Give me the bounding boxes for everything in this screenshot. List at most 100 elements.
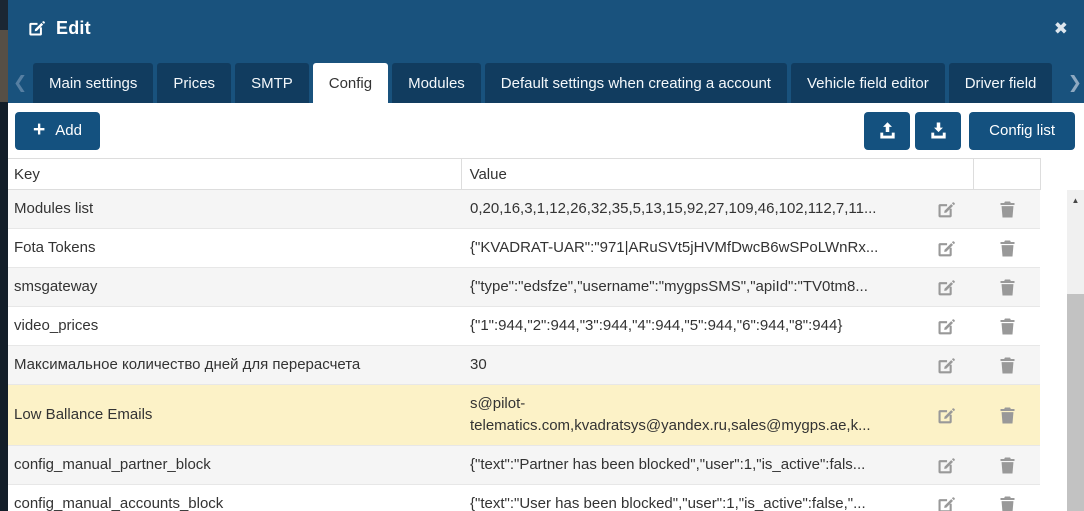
download-button[interactable] bbox=[915, 112, 961, 150]
trash-icon bbox=[997, 455, 1018, 476]
trash-icon bbox=[997, 355, 1018, 376]
table-scrollbar[interactable]: ▲ bbox=[1067, 190, 1084, 511]
upload-button[interactable] bbox=[864, 112, 910, 150]
trash-icon bbox=[997, 316, 1018, 337]
dialog-title: Edit bbox=[56, 18, 91, 39]
row-value: {"type":"edsfze","username":"mygpsSMS","… bbox=[462, 268, 916, 306]
tab-bar: ❮ Main settingsPricesSMTPConfigModulesDe… bbox=[8, 56, 1084, 103]
column-header-value: Value bbox=[462, 159, 916, 189]
row-value: {"text":"Partner has been blocked","user… bbox=[462, 446, 916, 484]
close-button[interactable]: ✖ bbox=[1054, 20, 1068, 37]
tab-driver-field[interactable]: Driver field bbox=[949, 63, 1053, 103]
table-row: Modules list0,20,16,3,1,12,26,32,35,5,13… bbox=[8, 190, 1040, 229]
trash-icon bbox=[997, 405, 1018, 426]
tab-modules[interactable]: Modules bbox=[392, 63, 481, 103]
row-key: config_manual_accounts_block bbox=[8, 485, 462, 511]
edit-row-button[interactable] bbox=[935, 277, 956, 298]
tab-scroll-left-button[interactable]: ❮ bbox=[13, 75, 27, 92]
row-key: Fota Tokens bbox=[8, 229, 462, 267]
config-list-label: Config list bbox=[989, 122, 1055, 139]
backdrop-segment bbox=[0, 30, 8, 102]
edit-icon bbox=[935, 494, 956, 511]
column-header-edit bbox=[915, 159, 974, 189]
config-list-button[interactable]: Config list bbox=[969, 112, 1075, 150]
tab-default-settings-when-creating-a-account[interactable]: Default settings when creating a account bbox=[485, 63, 787, 103]
edit-row-button[interactable] bbox=[935, 455, 956, 476]
row-value: s@pilot-telematics.com,kvadratsys@yandex… bbox=[462, 385, 916, 445]
delete-row-button[interactable] bbox=[997, 455, 1018, 476]
row-key: Modules list bbox=[8, 190, 462, 228]
scroll-up-button[interactable]: ▲ bbox=[1067, 190, 1084, 210]
dialog-titlebar: Edit ✖ bbox=[8, 0, 1084, 56]
edit-icon bbox=[935, 355, 956, 376]
edit-row-button[interactable] bbox=[935, 316, 956, 337]
column-header-delete bbox=[974, 159, 1040, 189]
table-row: Low Ballance Emailss@pilot-telematics.co… bbox=[8, 385, 1040, 446]
download-icon bbox=[928, 120, 949, 141]
config-tab-content: + Add Config list bbox=[8, 103, 1084, 511]
row-value: {"1":944,"2":944,"3":944,"4":944,"5":944… bbox=[462, 307, 916, 345]
row-key: smsgateway bbox=[8, 268, 462, 306]
delete-row-button[interactable] bbox=[997, 494, 1018, 511]
table-row: config_manual_partner_block{"text":"Part… bbox=[8, 446, 1040, 485]
table-row: config_manual_accounts_block{"text":"Use… bbox=[8, 485, 1040, 511]
edit-icon bbox=[935, 199, 956, 220]
delete-row-button[interactable] bbox=[997, 238, 1018, 259]
row-value: {"text":"User has been blocked","user":1… bbox=[462, 485, 916, 511]
row-key: Максимальное количество дней для перерас… bbox=[8, 346, 462, 384]
delete-row-button[interactable] bbox=[997, 199, 1018, 220]
row-value: {"KVADRAT-UAR":"971|ARuSVt5jHVMfDwcB6wSP… bbox=[462, 229, 916, 267]
table-row: smsgateway{"type":"edsfze","username":"m… bbox=[8, 268, 1040, 307]
scrollbar-thumb[interactable] bbox=[1067, 294, 1084, 511]
trash-icon bbox=[997, 199, 1018, 220]
delete-row-button[interactable] bbox=[997, 355, 1018, 376]
upload-icon bbox=[877, 120, 898, 141]
trash-icon bbox=[997, 494, 1018, 511]
page-background bbox=[0, 0, 8, 511]
table-row: Максимальное количество дней для перерас… bbox=[8, 346, 1040, 385]
add-button-label: Add bbox=[55, 122, 82, 139]
edit-icon bbox=[935, 277, 956, 298]
toolbar: + Add Config list bbox=[8, 103, 1084, 158]
plus-icon: + bbox=[33, 119, 45, 140]
table-row: Fota Tokens{"KVADRAT-UAR":"971|ARuSVt5jH… bbox=[8, 229, 1040, 268]
tab-vehicle-field-editor[interactable]: Vehicle field editor bbox=[791, 63, 945, 103]
tab-main-settings[interactable]: Main settings bbox=[33, 63, 153, 103]
tab-smtp[interactable]: SMTP bbox=[235, 63, 309, 103]
table-row: video_prices{"1":944,"2":944,"3":944,"4"… bbox=[8, 307, 1040, 346]
edit-row-button[interactable] bbox=[935, 355, 956, 376]
row-value: 0,20,16,3,1,12,26,32,35,5,13,15,92,27,10… bbox=[462, 190, 916, 228]
delete-row-button[interactable] bbox=[997, 277, 1018, 298]
edit-icon bbox=[935, 238, 956, 259]
edit-row-button[interactable] bbox=[935, 494, 956, 511]
backdrop-segment bbox=[0, 102, 8, 511]
tab-list: Main settingsPricesSMTPConfigModulesDefa… bbox=[33, 63, 1060, 103]
row-value: 30 bbox=[462, 346, 916, 384]
edit-row-button[interactable] bbox=[935, 238, 956, 259]
config-table: Key Value Modules list0,20,16,3,1,12,26,… bbox=[8, 158, 1084, 511]
trash-icon bbox=[997, 238, 1018, 259]
edit-icon bbox=[935, 455, 956, 476]
column-header-key: Key bbox=[8, 159, 462, 189]
tab-config[interactable]: Config bbox=[313, 63, 388, 103]
row-key: Low Ballance Emails bbox=[8, 396, 462, 434]
edit-dialog: Edit ✖ ❮ Main settingsPricesSMTPConfigMo… bbox=[8, 0, 1084, 511]
edit-row-button[interactable] bbox=[935, 405, 956, 426]
row-key: video_prices bbox=[8, 307, 462, 345]
table-body: Modules list0,20,16,3,1,12,26,32,35,5,13… bbox=[8, 190, 1084, 511]
row-key: config_manual_partner_block bbox=[8, 446, 462, 484]
backdrop-segment bbox=[0, 0, 8, 30]
tab-prices[interactable]: Prices bbox=[157, 63, 231, 103]
trash-icon bbox=[997, 277, 1018, 298]
table-header-row: Key Value bbox=[8, 158, 1041, 190]
edit-row-button[interactable] bbox=[935, 199, 956, 220]
toolbar-right-group: Config list bbox=[864, 112, 1075, 150]
delete-row-button[interactable] bbox=[997, 405, 1018, 426]
edit-title-icon bbox=[26, 18, 46, 38]
tab-scroll-right-button[interactable]: ❯ bbox=[1068, 75, 1082, 92]
edit-icon bbox=[935, 316, 956, 337]
scroll-up-icon: ▲ bbox=[1072, 196, 1080, 205]
edit-icon bbox=[935, 405, 956, 426]
delete-row-button[interactable] bbox=[997, 316, 1018, 337]
add-button[interactable]: + Add bbox=[15, 112, 100, 150]
